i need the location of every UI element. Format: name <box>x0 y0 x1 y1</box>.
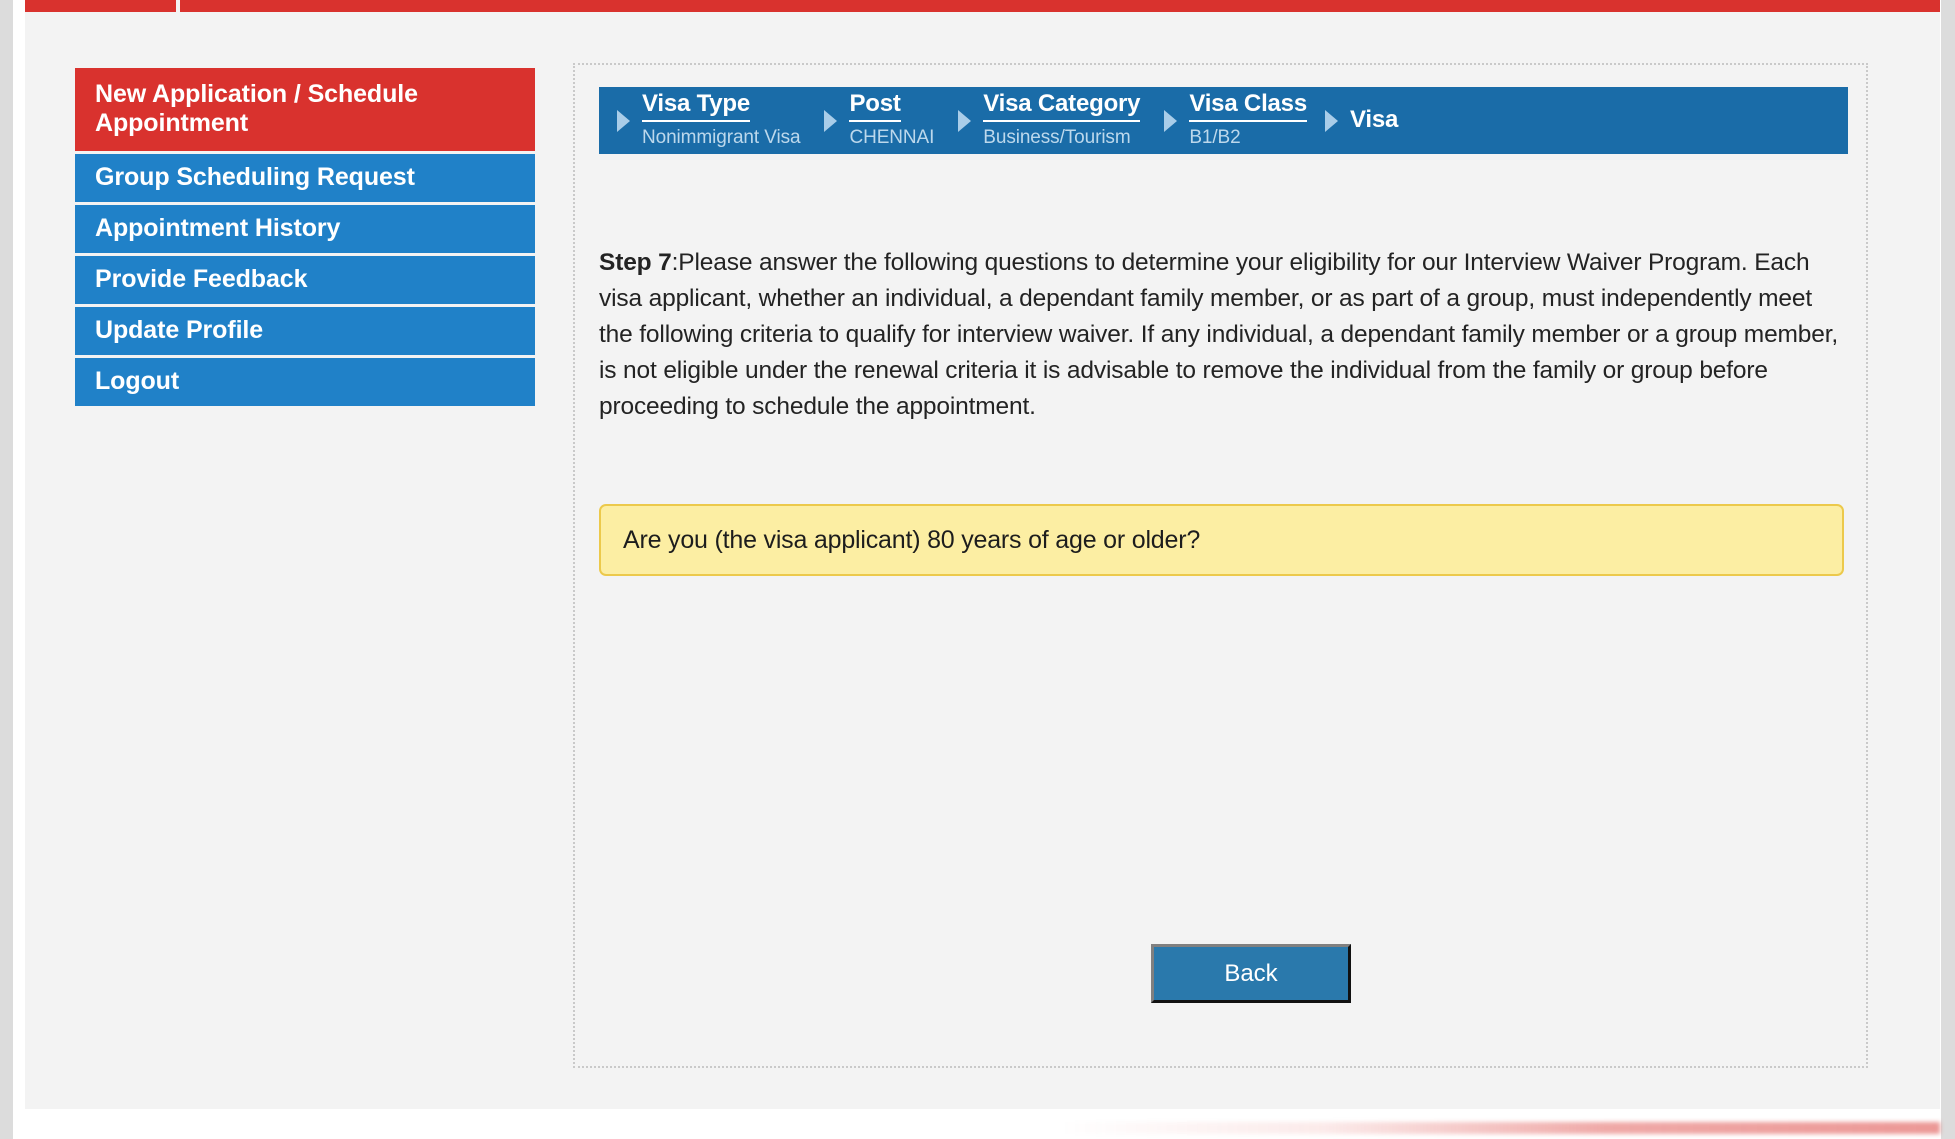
eligibility-question-text: Are you (the visa applicant) 80 years of… <box>623 525 1201 554</box>
sidebar-item-logout[interactable]: Logout <box>75 358 535 406</box>
stepper-step-title: Visa <box>1349 106 1399 134</box>
stepper-step-value: Nonimmigrant Visa <box>642 127 801 149</box>
stepper-step-value: B1/B2 <box>1189 127 1241 149</box>
left-scroll-gutter <box>0 0 13 1139</box>
sidebar-item-label: New Application / Schedule Appointment <box>95 80 418 137</box>
sidebar-item-group-scheduling-request[interactable]: Group Scheduling Request <box>75 154 535 202</box>
sidebar-item-label: Appointment History <box>95 214 341 242</box>
step-instructions-body: Please answer the following questions to… <box>599 248 1839 420</box>
sidebar-item-label: Provide Feedback <box>95 265 308 293</box>
chevron-right-icon <box>1164 109 1178 132</box>
stepper-step-title: Visa Type <box>642 90 750 123</box>
stepper-step-visa-type[interactable]: Visa Type Nonimmigrant Visa <box>642 90 806 150</box>
sidebar-item-label: Group Scheduling Request <box>95 163 415 191</box>
eligibility-question-box: Are you (the visa applicant) 80 years of… <box>599 504 1844 576</box>
sidebar-item-appointment-history[interactable]: Appointment History <box>75 205 535 253</box>
stepper-step-value: Business/Tourism <box>983 127 1131 149</box>
stepper-step-title: Post <box>849 90 901 123</box>
chevron-right-icon <box>617 109 630 132</box>
stepper-step-value: CHENNAI <box>849 127 935 149</box>
top-banner <box>25 0 1940 12</box>
step-number-label: Step 7 <box>599 248 672 276</box>
right-scrollbar-track[interactable] <box>1941 0 1955 1139</box>
stepper-step-title: Visa Category <box>983 90 1141 123</box>
chevron-right-icon <box>824 109 838 132</box>
stepper-step-post[interactable]: Post CHENNAI <box>849 90 940 150</box>
stepper-step-visa[interactable]: Visa <box>1349 106 1404 134</box>
top-banner-divider <box>176 0 180 12</box>
sidebar-navigation: New Application / Schedule Appointment G… <box>75 68 535 409</box>
footer-banner <box>1060 1122 1940 1134</box>
main-content-panel: Visa Type Nonimmigrant Visa Post CHENNAI… <box>573 63 1868 1068</box>
sidebar-item-label: Update Profile <box>95 316 264 344</box>
back-button[interactable]: Back <box>1151 944 1351 1003</box>
sidebar-item-update-profile[interactable]: Update Profile <box>75 307 535 355</box>
step-instructions: Step 7:Please answer the following quest… <box>599 245 1844 425</box>
sidebar-item-new-application[interactable]: New Application / Schedule Appointment <box>75 68 535 151</box>
stepper-step-visa-category[interactable]: Visa Category Business/Tourism <box>983 90 1146 150</box>
chevron-right-icon <box>1324 109 1338 132</box>
stepper-step-title: Visa Class <box>1189 90 1307 123</box>
chevron-right-icon <box>958 109 972 132</box>
stepper-step-visa-class[interactable]: Visa Class B1/B2 <box>1189 90 1313 150</box>
sidebar-item-provide-feedback[interactable]: Provide Feedback <box>75 256 535 304</box>
sidebar-item-label: Logout <box>95 367 180 395</box>
breadcrumb-stepper: Visa Type Nonimmigrant Visa Post CHENNAI… <box>599 87 1848 154</box>
